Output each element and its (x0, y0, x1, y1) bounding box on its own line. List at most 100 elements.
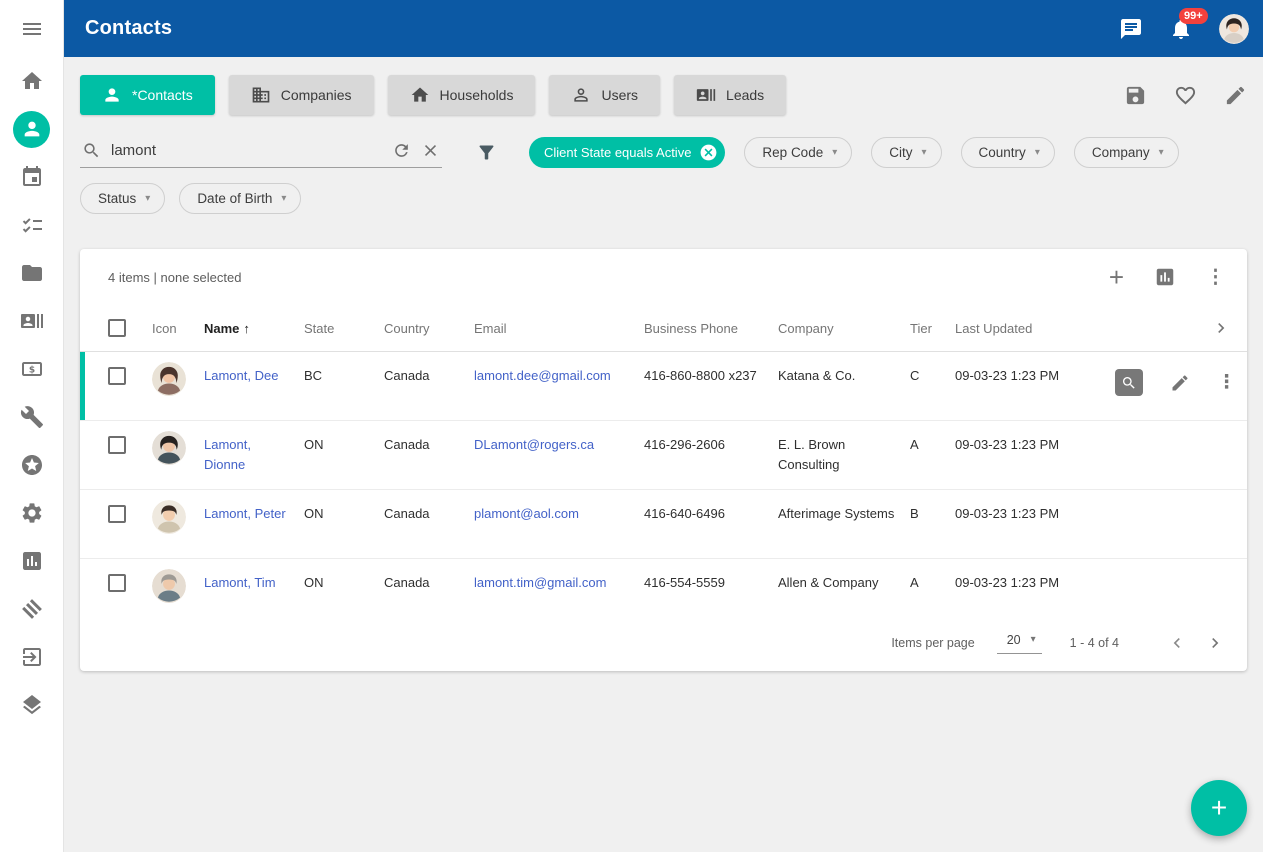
favorite-button[interactable] (1174, 84, 1197, 107)
contact-name-link[interactable]: Lamont, Tim (204, 575, 276, 590)
column-header-tier[interactable]: Tier (910, 321, 955, 336)
contact-avatar (152, 500, 186, 534)
chat-button[interactable] (1119, 17, 1143, 41)
email-link[interactable]: lamont.tim@gmail.com (474, 575, 606, 590)
filter-chip-rep-code[interactable]: Rep Code ▾ (744, 137, 852, 168)
sidebar-nav: $ (0, 57, 64, 729)
sidebar-item-reports[interactable] (0, 537, 64, 585)
contact-name-link[interactable]: Lamont, Peter (204, 506, 286, 521)
filter-chip-country[interactable]: Country ▾ (961, 137, 1055, 168)
table-menu-button[interactable]: ⋮ (1206, 266, 1225, 289)
select-all-checkbox[interactable] (108, 319, 126, 337)
sidebar-item-documents[interactable] (0, 249, 64, 297)
menu-hamburger-icon[interactable] (0, 0, 63, 57)
user-avatar[interactable] (1219, 14, 1249, 44)
state-cell: ON (304, 504, 384, 524)
column-header-country[interactable]: Country (384, 321, 474, 336)
sidebar-item-tags[interactable] (0, 585, 64, 633)
contact-name-link[interactable]: Lamont, Dee (204, 368, 278, 383)
filter-chip-company[interactable]: Company ▾ (1074, 137, 1179, 168)
sidebar-item-tools[interactable] (0, 393, 64, 441)
sidebar-item-settings[interactable] (0, 489, 64, 537)
table-row[interactable]: Lamont, Peter ON Canada plamont@aol.com … (80, 490, 1247, 559)
calendar-icon (20, 165, 44, 189)
row-checkbox[interactable] (108, 367, 126, 385)
email-link[interactable]: plamont@aol.com (474, 506, 579, 521)
contact-person-icon (13, 111, 50, 148)
chip-label: Date of Birth (197, 191, 272, 206)
column-header-email[interactable]: Email (474, 321, 644, 336)
row-checkbox[interactable] (108, 505, 126, 523)
sidebar-item-tasks[interactable] (0, 201, 64, 249)
sidebar-item-layers[interactable] (0, 681, 64, 729)
table-row[interactable]: Lamont, Tim ON Canada lamont.tim@gmail.c… (80, 559, 1247, 615)
row-checkbox[interactable] (108, 574, 126, 592)
row-menu-button[interactable]: ⋮ (1217, 371, 1236, 394)
tab-households[interactable]: Households (388, 75, 536, 115)
recent-actors-icon (20, 309, 44, 333)
chart-view-button[interactable] (1154, 266, 1176, 288)
contact-name-link[interactable]: Lamont, Dionne (204, 437, 251, 472)
table-row[interactable]: Lamont, Dionne ON Canada DLamont@rogers.… (80, 421, 1247, 490)
column-header-business-phone[interactable]: Business Phone (644, 321, 778, 336)
add-item-button[interactable]: + (1109, 266, 1124, 288)
email-link[interactable]: lamont.dee@gmail.com (474, 368, 611, 383)
email-link[interactable]: DLamont@rogers.ca (474, 437, 594, 452)
sidebar-item-home[interactable] (0, 57, 64, 105)
main-content: *Contacts Companies Households Users Lea… (64, 57, 1263, 852)
tab-companies[interactable]: Companies (229, 75, 374, 115)
previous-page-button[interactable] (1167, 633, 1187, 653)
applied-filter-chip[interactable]: Client State equals Active (529, 137, 725, 168)
state-cell: ON (304, 435, 384, 455)
table-row[interactable]: Lamont, Dee BC Canada lamont.dee@gmail.c… (80, 352, 1247, 421)
filter-chip-city[interactable]: City ▾ (871, 137, 941, 168)
chat-icon (1119, 17, 1143, 41)
exit-to-app-icon (20, 645, 44, 669)
next-page-button[interactable] (1205, 633, 1225, 653)
preview-contact-button[interactable] (1115, 369, 1143, 396)
column-header-state[interactable]: State (304, 321, 384, 336)
refresh-button[interactable] (392, 141, 411, 160)
sidebar-item-contacts[interactable] (0, 105, 64, 153)
table-header-row: Icon Name↑ State Country Email Business … (80, 305, 1247, 352)
tier-cell: A (910, 573, 955, 593)
chevron-down-icon: ▾ (1031, 634, 1036, 645)
edit-contact-button[interactable] (1170, 373, 1190, 393)
column-header-company[interactable]: Company (778, 321, 910, 336)
filter-button[interactable] (476, 142, 497, 163)
search-input[interactable] (111, 142, 382, 159)
company-cell: Afterimage Systems (778, 504, 910, 524)
layers-icon (20, 693, 44, 717)
notifications-button[interactable]: 99+ (1169, 17, 1193, 41)
refresh-icon (392, 141, 411, 160)
row-checkbox[interactable] (108, 436, 126, 454)
last-updated-cell: 09-03-23 1:23 PM (955, 504, 1115, 524)
add-contact-fab[interactable]: + (1191, 780, 1247, 836)
chip-label: Company (1092, 145, 1150, 160)
filter-chip-date-of-birth[interactable]: Date of Birth ▾ (179, 183, 301, 214)
clear-search-button[interactable] (421, 141, 440, 160)
remove-filter-icon[interactable] (699, 143, 718, 162)
tab-users[interactable]: Users (549, 75, 660, 115)
scroll-columns-right-button[interactable] (1211, 318, 1231, 338)
sidebar-item-contact-cards[interactable] (0, 297, 64, 345)
sidebar-item-logout[interactable] (0, 633, 64, 681)
entity-tabs: *Contacts Companies Households Users Lea… (80, 75, 1247, 115)
edit-view-button[interactable] (1224, 84, 1247, 107)
save-view-button[interactable] (1124, 84, 1147, 107)
page-size-select[interactable]: 20 ▾ (997, 633, 1042, 654)
sidebar-item-calendar[interactable] (0, 153, 64, 201)
sidebar-item-invoices[interactable]: $ (0, 345, 64, 393)
column-header-icon[interactable]: Icon (152, 321, 204, 336)
pencil-icon (1224, 84, 1247, 107)
tab-leads[interactable]: Leads (674, 75, 786, 115)
business-phone-cell: 416-296-2606 (644, 435, 778, 455)
bar-chart-icon (20, 549, 44, 573)
column-header-name[interactable]: Name↑ (204, 321, 304, 336)
filter-chips-row-2: Status ▾ Date of Birth ▾ (80, 183, 1247, 214)
sidebar-item-favorites[interactable] (0, 441, 64, 489)
tab-contacts[interactable]: *Contacts (80, 75, 215, 115)
column-header-last-updated[interactable]: Last Updated (955, 321, 1115, 336)
filter-chip-status[interactable]: Status ▾ (80, 183, 165, 214)
company-cell: Allen & Company (778, 573, 910, 593)
